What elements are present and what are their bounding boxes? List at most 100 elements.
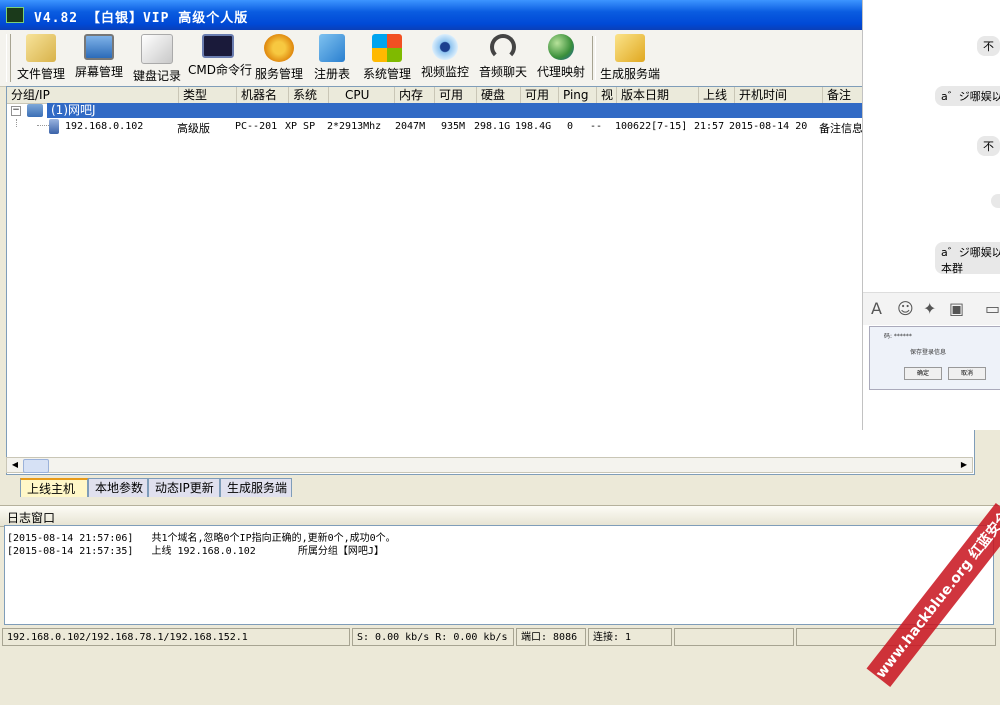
log-line: [2015-08-14 21:57:35] 上线 192.168.0.102 所… <box>7 546 384 557</box>
headphones-icon <box>490 34 516 60</box>
column-header-disk[interactable]: 硬盘 <box>477 87 521 103</box>
webcam-icon <box>432 34 458 60</box>
font-icon[interactable]: A <box>871 299 882 318</box>
column-header-memory[interactable]: 内存 <box>395 87 435 103</box>
host-list[interactable]: 分组/IP 类型 机器名 系统 CPU 内存 可用 硬盘 可用 Ping 视 版… <box>6 86 975 475</box>
log-window[interactable]: [2015-08-14 21:57:06] 共1个域名,忽略0个IP指向正确的,… <box>4 525 994 625</box>
emoji-icon[interactable]: ☺ <box>897 299 914 318</box>
cell-cpu: 2*2913Mhz <box>327 121 382 132</box>
monitor-icon <box>84 34 114 60</box>
collapse-toggle[interactable]: − <box>11 106 21 116</box>
tab-local-params[interactable]: 本地参数 <box>88 478 148 497</box>
build-server-label: 生成服务端 <box>599 67 660 81</box>
toolbar-separator <box>592 36 596 80</box>
chat-message <box>991 194 1000 208</box>
remember-login-checkbox: 保存登录信息 <box>910 349 947 356</box>
tab-dynamic-ip[interactable]: 动态IP更新 <box>148 478 220 497</box>
chat-message: a゛ジ哪娱以 本群 <box>935 242 1000 275</box>
windows-logo-icon <box>372 34 402 62</box>
column-header-type[interactable]: 类型 <box>179 87 237 103</box>
chat-message: 不 <box>977 136 1000 156</box>
computer-icon <box>49 119 59 134</box>
service-manager-label: 服务管理 <box>254 67 303 81</box>
status-port: 端口: 8086 <box>516 628 586 646</box>
cell-mem-free: 935M <box>441 121 466 132</box>
group-row[interactable]: − (1)网吧J <box>7 103 974 119</box>
keylogger-label: 键盘记录 <box>132 69 181 83</box>
cell-memory: 2047M <box>395 121 426 132</box>
magic-wand-icon[interactable]: ✦ <box>923 299 936 318</box>
column-header-mem-free[interactable]: 可用 <box>435 87 477 103</box>
column-header-cpu[interactable]: CPU <box>329 87 395 103</box>
column-header-online[interactable]: 上线 <box>699 87 735 103</box>
main-toolbar: 文件管理 屏幕管理 键盘记录 CMD命令行 服务管理 注册表 系统管理 视频监控… <box>0 30 862 87</box>
status-ip-list: 192.168.0.102/192.168.78.1/192.168.152.1 <box>2 628 350 646</box>
chat-window[interactable]: 不 a゛ジ哪娱以 不 a゛ジ哪娱以 本群 A ☺ ✦ ▣ ▭ 码: ******… <box>862 0 1000 430</box>
screen-manager-label: 屏幕管理 <box>74 65 123 79</box>
cell-type: 高级版 <box>177 122 210 135</box>
cancel-button: 取消 <box>948 367 986 380</box>
column-header-boot-time[interactable]: 开机时间 <box>735 87 823 103</box>
tab-online-hosts[interactable]: 上线主机 <box>20 478 88 497</box>
scroll-right-arrow-icon[interactable]: ▶ <box>957 459 971 471</box>
column-header-group-ip[interactable]: 分组/IP <box>7 87 179 103</box>
proxy-mapping-button[interactable]: 代理映射 <box>534 34 588 84</box>
status-transfer-speed: S: 0.00 kb/s R: 0.00 kb/s <box>352 628 514 646</box>
keylogger-button[interactable]: 键盘记录 <box>130 34 184 84</box>
chat-message: 不 <box>977 36 1000 56</box>
globe-icon <box>548 34 574 60</box>
column-header-disk-free[interactable]: 可用 <box>521 87 559 103</box>
network-icon <box>27 104 43 117</box>
cell-video: -- <box>590 121 603 132</box>
chat-toolbar: A ☺ ✦ ▣ ▭ <box>863 292 1000 325</box>
audio-chat-label: 音频聊天 <box>478 65 527 79</box>
column-header-version[interactable]: 版本日期 <box>617 87 699 103</box>
build-server-button[interactable]: 生成服务端 <box>598 34 662 84</box>
login-password-field: 码: ****** <box>884 333 912 340</box>
registry-label: 注册表 <box>313 67 350 81</box>
title-bar: V4.82 【白银】VIP 高级个人版 <box>0 0 862 30</box>
cell-ping: 0 <box>567 121 574 132</box>
horizontal-scrollbar[interactable]: ◀ ▶ <box>6 457 973 473</box>
cell-version: 100622[7-15] <box>615 121 688 132</box>
system-manager-label: 系统管理 <box>362 67 411 81</box>
cell-disk-free: 198.4G <box>515 121 552 132</box>
column-header-video[interactable]: 视 <box>597 87 617 103</box>
tab-build-server[interactable]: 生成服务端 <box>220 478 292 497</box>
group-label: (1)网吧J <box>51 103 96 117</box>
column-header-machine[interactable]: 机器名 <box>237 87 289 103</box>
status-bar: 192.168.0.102/192.168.78.1/192.168.152.1… <box>0 626 1000 650</box>
audio-chat-button[interactable]: 音频聊天 <box>476 34 530 84</box>
gears-icon <box>264 34 294 62</box>
file-manager-button[interactable]: 文件管理 <box>14 34 68 84</box>
cell-online: 21:57 <box>694 121 725 132</box>
status-connections: 连接: 1 <box>588 628 672 646</box>
toolbar-grip[interactable] <box>6 34 11 82</box>
screen-manager-button[interactable]: 屏幕管理 <box>72 34 126 84</box>
video-monitor-label: 视频监控 <box>420 65 469 79</box>
column-header-os[interactable]: 系统 <box>289 87 329 103</box>
log-panel-header: 日志窗口 <box>0 505 1000 527</box>
system-manager-button[interactable]: 系统管理 <box>358 34 416 84</box>
cmd-button[interactable]: CMD命令行 <box>188 34 252 84</box>
chat-message-line: 本群 <box>941 262 963 275</box>
scroll-left-arrow-icon[interactable]: ◀ <box>8 459 22 471</box>
ok-button: 确定 <box>904 367 942 380</box>
scroll-thumb[interactable] <box>23 459 49 473</box>
folder-icon <box>26 34 56 62</box>
screenshot-thumbnail: 码: ****** 保存登录信息 确定 取消 <box>869 326 1000 390</box>
list-header: 分组/IP 类型 机器名 系统 CPU 内存 可用 硬盘 可用 Ping 视 版… <box>7 87 974 104</box>
registry-button[interactable]: 注册表 <box>310 34 354 84</box>
cell-boot-time: 2015-08-14 20 <box>729 121 808 132</box>
gift-icon[interactable]: ▣ <box>949 299 964 318</box>
bottom-tabs: 上线主机 本地参数 动态IP更新 生成服务端 <box>6 478 906 498</box>
service-manager-button[interactable]: 服务管理 <box>252 34 306 84</box>
cell-os: XP SP <box>285 121 316 132</box>
file-manager-label: 文件管理 <box>16 67 65 81</box>
registry-icon <box>319 34 345 62</box>
image-icon[interactable]: ▭ <box>985 299 1000 318</box>
video-monitor-button[interactable]: 视频监控 <box>418 34 472 84</box>
column-header-ping[interactable]: Ping <box>559 87 597 103</box>
app-icon <box>6 7 24 23</box>
table-row[interactable]: 192.168.0.102 高级版 PC--201 XP SP 2*2913Mh… <box>7 119 974 135</box>
